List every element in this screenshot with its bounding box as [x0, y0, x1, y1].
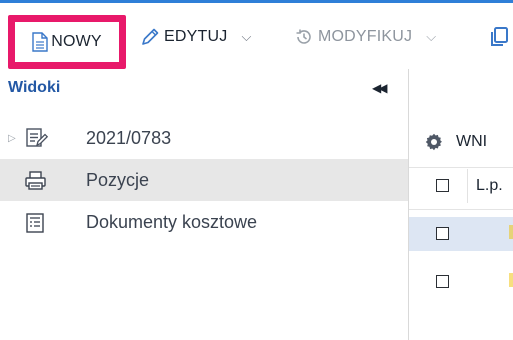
row-cell: [509, 225, 513, 239]
collapse-panel-icon[interactable]: ◀◀: [372, 81, 388, 95]
grid-title: WNI: [456, 133, 488, 150]
chevron-down-icon[interactable]: ⌵: [426, 29, 436, 45]
views-panel: Widoki ◀◀ ▷ 2021/0783 Pozycje Dokumenty …: [0, 69, 408, 340]
sidebar-item-label: Dokumenty kosztowe: [86, 211, 258, 232]
new-document-icon: [32, 32, 48, 52]
modify-button-label: MODYFIKUJ: [318, 28, 413, 45]
row-cell: [509, 273, 513, 287]
document-edit-icon: [26, 128, 48, 147]
modify-button[interactable]: MODYFIKUJ ⌵: [294, 21, 436, 53]
views-panel-title: Widoki: [8, 79, 61, 96]
sidebar-item-label: 2021/0783: [86, 127, 172, 148]
sidebar-item-label: Pozycje: [86, 169, 150, 190]
edit-button-label: EDYTUJ: [164, 28, 228, 45]
chevron-down-icon[interactable]: ⌵: [241, 29, 251, 45]
receipt-icon: [26, 213, 44, 233]
table-row[interactable]: [409, 217, 513, 251]
divider: [409, 209, 513, 210]
pencil-icon: [142, 28, 159, 45]
new-button[interactable]: NOWY: [8, 15, 126, 69]
row-checkbox[interactable]: [436, 275, 449, 288]
sidebar-item-cost-documents[interactable]: Dokumenty kosztowe: [0, 201, 408, 243]
sidebar-item-document[interactable]: ▷ 2021/0783: [0, 117, 408, 159]
column-separator: [467, 169, 468, 203]
edit-button[interactable]: EDYTUJ ⌵: [140, 21, 251, 53]
new-button-label: NOWY: [51, 33, 102, 50]
divider: [409, 167, 513, 168]
printer-icon: [25, 171, 46, 190]
toolbar: NOWY EDYTUJ ⌵ MODYFIKUJ ⌵: [0, 3, 513, 69]
sidebar-item-positions[interactable]: Pozycje: [0, 159, 408, 201]
data-grid: WNI L.p.: [409, 69, 513, 340]
history-icon: [296, 29, 311, 44]
copy-button[interactable]: [488, 21, 510, 53]
row-checkbox[interactable]: [436, 227, 449, 240]
column-header-lp[interactable]: L.p.: [476, 177, 503, 195]
copy-icon: [491, 27, 508, 46]
select-all-checkbox[interactable]: [436, 179, 449, 192]
table-row[interactable]: [409, 265, 513, 299]
grid-header-row: L.p.: [409, 169, 513, 203]
expand-arrow-icon[interactable]: ▷: [8, 133, 16, 144]
gear-icon[interactable]: [425, 133, 443, 151]
